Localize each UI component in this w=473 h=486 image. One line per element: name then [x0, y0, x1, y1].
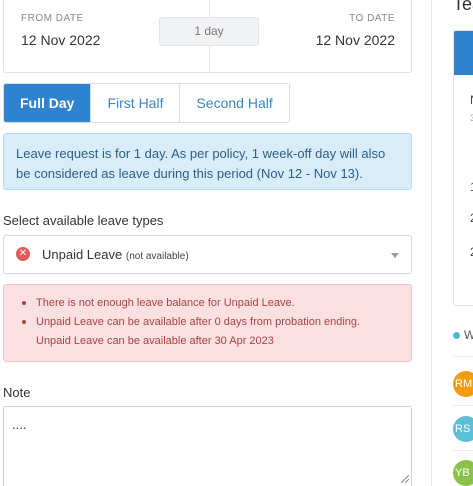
from-date[interactable]: FROM DATE 12 Nov 2022	[21, 13, 100, 48]
leave-type-status: (not available)	[125, 251, 189, 262]
from-date-caption: FROM DATE	[21, 13, 84, 24]
divider	[453, 405, 473, 406]
leave-error-alert: There is not enough leave balance for Un…	[3, 284, 412, 362]
calendar-header	[454, 31, 473, 75]
leave-type-selected: Unpaid Leave (not available)	[42, 247, 189, 262]
note-textarea[interactable]: ....	[3, 406, 412, 486]
team-calendar-card: N 3 1 2 2	[453, 30, 473, 306]
to-date-value: 12 Nov 2022	[315, 32, 395, 48]
chevron-down-icon	[391, 253, 399, 258]
note-text: ....	[12, 417, 27, 432]
legend-dot-icon	[453, 332, 460, 339]
bullet-icon	[22, 301, 26, 305]
to-date-caption: TO DATE	[349, 13, 395, 24]
error-x-icon: ✕	[16, 247, 30, 261]
divider	[453, 356, 473, 357]
divider	[453, 450, 473, 451]
date-range-card: FROM DATE 12 Nov 2022 1 day TO DATE 12 N…	[3, 0, 412, 73]
leave-type-name: Unpaid Leave	[42, 247, 123, 262]
first-half-button[interactable]: First Half	[91, 84, 181, 122]
legend-label: W	[464, 328, 473, 342]
team-panel-title: Tea	[453, 0, 473, 14]
note-label: Note	[3, 385, 31, 400]
full-day-button[interactable]: Full Day	[4, 84, 92, 122]
resize-grip-icon[interactable]	[401, 475, 409, 483]
leave-types-label: Select available leave types	[3, 213, 164, 228]
to-date[interactable]: TO DATE 12 Nov 2022	[316, 13, 395, 48]
error-item: Unpaid Leave can be available after 0 da…	[16, 313, 399, 332]
avatar[interactable]: YB	[453, 460, 473, 486]
duration-badge: 1 day	[159, 17, 259, 46]
panel-divider	[431, 0, 432, 486]
avatar[interactable]: RM	[453, 371, 473, 397]
leave-type-select[interactable]: ✕ Unpaid Leave (not available)	[3, 235, 412, 274]
error-item: There is not enough leave balance for Un…	[16, 294, 399, 313]
day-portion-toggle: Full Day First Half Second Half	[3, 83, 290, 123]
leave-info-alert: Leave request is for 1 day. As per polic…	[3, 133, 412, 190]
second-half-button[interactable]: Second Half	[180, 84, 289, 122]
avatar[interactable]: RS	[453, 416, 473, 442]
from-date-value: 12 Nov 2022	[21, 32, 101, 48]
error-item-continuation: Unpaid Leave can be available after 30 A…	[36, 335, 274, 347]
bullet-icon	[22, 320, 26, 324]
